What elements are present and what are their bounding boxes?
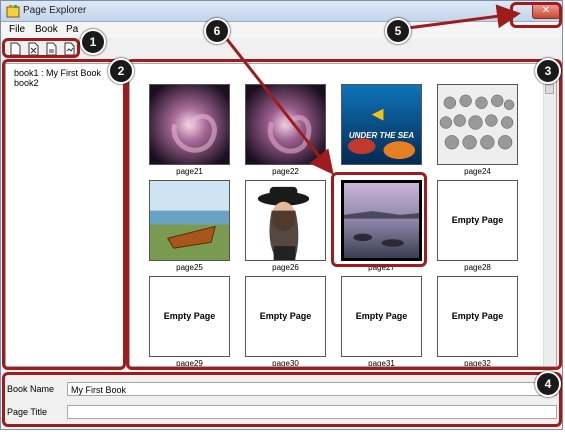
callout-box-properties [2,372,562,427]
callout-badge-6: 6 [204,18,230,44]
menu-page[interactable]: Pa [66,24,78,35]
callout-box-toolbar [2,38,80,58]
callout-box-close [510,2,562,28]
callout-box-book-list [2,59,126,370]
window-title: Page Explorer [23,5,87,16]
callout-badge-2: 2 [108,58,134,84]
callout-badge-3: 3 [535,58,561,84]
menu-file[interactable]: File [9,24,25,35]
callout-box-selected-page [331,172,427,267]
app-icon [6,5,20,18]
callout-badge-5: 5 [385,18,411,44]
callout-badge-1: 1 [80,29,106,55]
title-bar[interactable]: Page Explorer ✕ [1,1,562,22]
callout-badge-4: 4 [535,371,561,397]
menu-book[interactable]: Book [35,24,58,35]
